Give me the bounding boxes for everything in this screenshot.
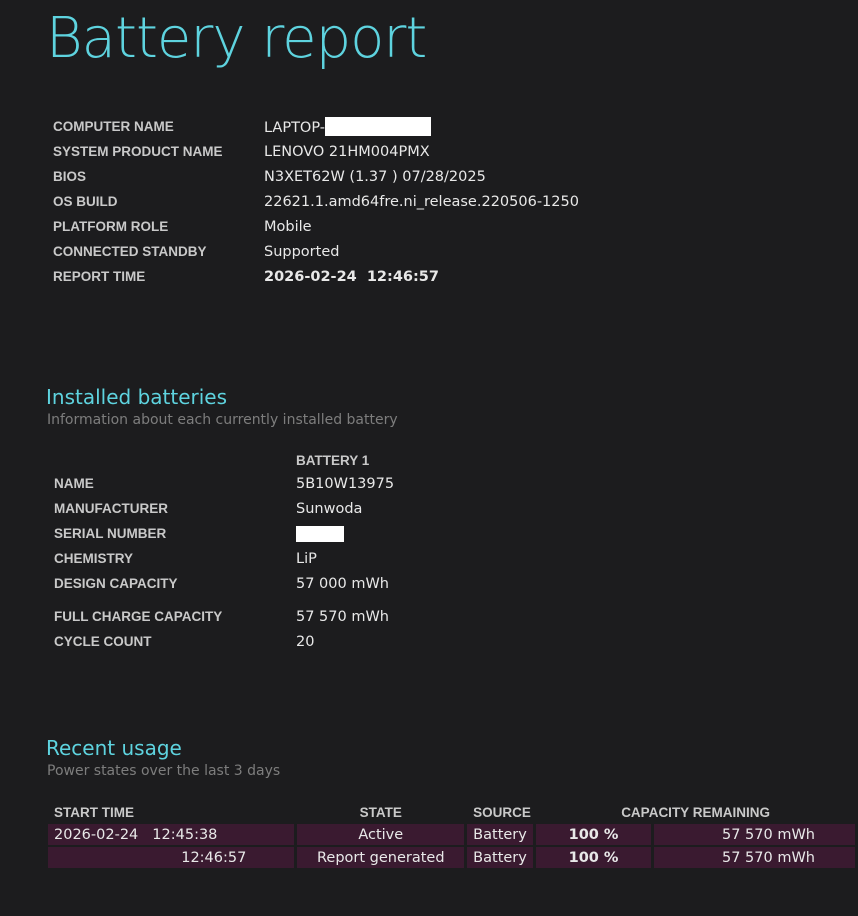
battery-label: FULL CHARGE CAPACITY bbox=[54, 609, 223, 624]
battery-value: 57 000 mWh bbox=[296, 575, 389, 592]
cell-capacity-percent: 100 % bbox=[536, 824, 651, 845]
installed-batteries-table: BATTERY 1 NAME 5B10W13975 MANUFACTURER S… bbox=[54, 449, 538, 654]
info-value: 22621.1.amd64fre.ni_release.220506-1250 bbox=[264, 193, 579, 210]
battery-label: DESIGN CAPACITY bbox=[54, 576, 178, 591]
recent-usage-table: START TIME STATE SOURCE CAPACITY REMAINI… bbox=[45, 800, 858, 870]
column-header-start-time: START TIME bbox=[54, 804, 134, 820]
cell-state: Active bbox=[297, 824, 465, 845]
battery-row-design-capacity: DESIGN CAPACITY 57 000 mWh bbox=[54, 571, 538, 596]
battery-label: NAME bbox=[54, 476, 94, 491]
info-label: CONNECTED STANDBY bbox=[53, 244, 207, 259]
info-row-connected-standby: CONNECTED STANDBY Supported bbox=[53, 239, 579, 264]
battery-value: 20 bbox=[296, 633, 315, 650]
info-label: OS BUILD bbox=[53, 194, 118, 209]
redaction-block bbox=[325, 117, 432, 136]
battery-label: CYCLE COUNT bbox=[54, 634, 152, 649]
cell-capacity-mwh: 57 570 mWh bbox=[653, 824, 855, 845]
column-header-capacity-remaining: CAPACITY REMAINING bbox=[621, 804, 770, 820]
info-row-product-name: SYSTEM PRODUCT NAME LENOVO 21HM004PMX bbox=[53, 139, 579, 164]
battery-row-serial: SERIAL NUMBER bbox=[54, 521, 538, 546]
table-row: 12:46:57 Report generated Battery 100 % … bbox=[48, 847, 855, 868]
battery-label: CHEMISTRY bbox=[54, 551, 134, 566]
info-row-os-build: OS BUILD 22621.1.amd64fre.ni_release.220… bbox=[53, 189, 579, 214]
redaction-block bbox=[296, 525, 344, 542]
info-value: LENOVO 21HM004PMX bbox=[264, 143, 430, 160]
battery-column-header-row: BATTERY 1 bbox=[54, 449, 538, 471]
column-header-source: SOURCE bbox=[473, 804, 531, 820]
cell-state: Report generated bbox=[297, 847, 465, 868]
info-label: BIOS bbox=[53, 169, 87, 184]
cell-start-time: 12:46:57 bbox=[48, 847, 295, 868]
installed-batteries-heading: Installed batteries bbox=[46, 385, 228, 409]
battery-value: 57 570 mWh bbox=[296, 608, 389, 625]
cell-source: Battery bbox=[467, 847, 534, 868]
battery-row-manufacturer: MANUFACTURER Sunwoda bbox=[54, 496, 538, 521]
battery-column-header: BATTERY 1 bbox=[296, 452, 370, 468]
battery-label: MANUFACTURER bbox=[54, 501, 168, 516]
column-header-state: STATE bbox=[359, 804, 402, 820]
info-value: 2026-02-24 12:46:57 bbox=[264, 268, 439, 285]
battery-row-chemistry: CHEMISTRY LiP bbox=[54, 546, 538, 571]
info-label: REPORT TIME bbox=[53, 269, 146, 284]
battery-label: SERIAL NUMBER bbox=[54, 526, 167, 541]
table-row: 2026-02-24 12:45:38 Active Battery 100 % … bbox=[48, 824, 855, 845]
info-label: COMPUTER NAME bbox=[53, 119, 174, 134]
system-info-table: COMPUTER NAME LAPTOP- SYSTEM PRODUCT NAM… bbox=[53, 114, 579, 289]
recent-usage-subtitle: Power states over the last 3 days bbox=[47, 763, 281, 779]
info-value-computer-name: LAPTOP- bbox=[264, 117, 432, 136]
battery-row-name: NAME 5B10W13975 bbox=[54, 471, 538, 496]
table-header-row: START TIME STATE SOURCE CAPACITY REMAINI… bbox=[48, 802, 855, 822]
info-row-computer-name: COMPUTER NAME LAPTOP- bbox=[53, 114, 579, 139]
page-title: Battery report bbox=[46, 6, 427, 71]
cell-capacity-mwh: 57 570 mWh bbox=[653, 847, 855, 868]
cell-start-time: 2026-02-24 12:45:38 bbox=[48, 824, 295, 845]
battery-value: 5B10W13975 bbox=[296, 475, 395, 492]
installed-batteries-subtitle: Information about each currently install… bbox=[47, 412, 398, 428]
info-value: Supported bbox=[264, 243, 340, 260]
battery-value-serial bbox=[296, 525, 344, 542]
recent-usage-heading: Recent usage bbox=[46, 736, 182, 760]
battery-row-cycle-count: CYCLE COUNT 20 bbox=[54, 629, 538, 654]
info-row-report-time: REPORT TIME 2026-02-24 12:46:57 bbox=[53, 264, 579, 289]
info-label: SYSTEM PRODUCT NAME bbox=[53, 144, 223, 159]
info-row-bios: BIOS N3XET62W (1.37 ) 07/28/2025 bbox=[53, 164, 579, 189]
cell-capacity-percent: 100 % bbox=[536, 847, 651, 868]
info-label: PLATFORM ROLE bbox=[53, 219, 169, 234]
battery-row-full-charge-capacity: FULL CHARGE CAPACITY 57 570 mWh bbox=[54, 604, 538, 629]
battery-value: Sunwoda bbox=[296, 500, 363, 517]
battery-value: LiP bbox=[296, 550, 317, 567]
cell-source: Battery bbox=[467, 824, 534, 845]
info-row-platform-role: PLATFORM ROLE Mobile bbox=[53, 214, 579, 239]
info-value: Mobile bbox=[264, 218, 312, 235]
info-value: N3XET62W (1.37 ) 07/28/2025 bbox=[264, 168, 486, 185]
